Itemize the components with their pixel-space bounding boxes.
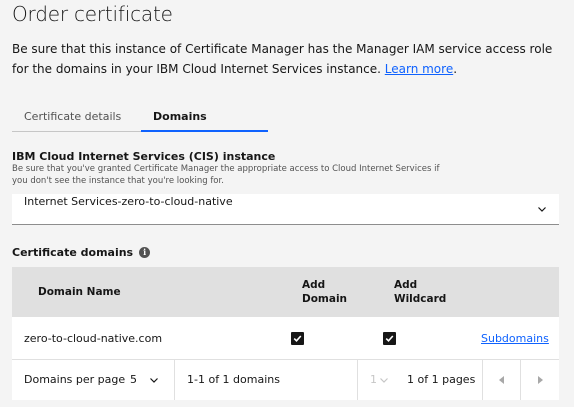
chevron-down-icon	[150, 378, 158, 383]
column-add-wildcard-line2: Wildcard	[394, 293, 447, 305]
items-range-text: 1-1 of 1 domains	[187, 373, 280, 386]
certificate-domains-heading: Certificate domains i	[12, 246, 151, 259]
pagination-divider	[357, 360, 358, 400]
add-wildcard-checkbox[interactable]	[383, 332, 396, 345]
table-row: zero-to-cloud-native.com Subdomains	[12, 317, 559, 360]
pages-text: 1 of 1 pages	[407, 373, 476, 386]
column-add-wildcard: Add Wildcard	[394, 278, 446, 306]
items-per-page-value: 5	[130, 373, 137, 386]
items-per-page-select[interactable]: 5	[130, 373, 162, 386]
add-domain-checkbox[interactable]	[291, 332, 304, 345]
tab-certificate-details[interactable]: Certificate details	[12, 108, 141, 132]
page-title: Order certificate	[12, 2, 173, 26]
column-add-domain-line2: Domain	[302, 293, 348, 305]
subdomains-link[interactable]: Subdomains	[481, 332, 549, 345]
caret-left-icon	[499, 376, 504, 384]
tab-domains[interactable]: Domains	[141, 108, 268, 132]
tab-list: Certificate details Domains	[12, 108, 268, 132]
column-add-domain-line1: Add	[302, 279, 326, 291]
intro-body: Be sure that this instance of Certificat…	[12, 42, 553, 76]
column-add-domain: Add Domain	[302, 278, 347, 306]
pagination-divider	[174, 360, 175, 400]
items-per-page-label: Domains per page	[24, 373, 126, 386]
column-domain-name: Domain Name	[38, 286, 121, 298]
domain-name-cell: zero-to-cloud-native.com	[24, 332, 163, 345]
certificate-domains-label: Certificate domains	[12, 246, 134, 259]
cis-instance-helper-text: Be sure that you've granted Certificate …	[12, 164, 440, 186]
cis-instance-selected-value: Internet Services-zero-to-cloud-native	[24, 195, 233, 208]
caret-right-icon	[538, 376, 543, 384]
domains-table-header: Domain Name Add Domain Add Wildcard	[12, 267, 559, 317]
chevron-down-icon	[538, 207, 546, 212]
chevron-down-icon	[380, 378, 388, 383]
intro-text: Be sure that this instance of Certificat…	[12, 40, 562, 79]
checkmark-icon	[293, 335, 302, 342]
page-select-value: 1	[370, 373, 377, 386]
intro-end: .	[453, 61, 458, 76]
prev-page-button[interactable]	[483, 360, 520, 400]
column-add-wildcard-line1: Add	[394, 279, 418, 291]
cis-instance-label: IBM Cloud Internet Services (CIS) instan…	[12, 150, 276, 163]
cis-instance-select[interactable]: Internet Services-zero-to-cloud-native	[12, 194, 559, 225]
page-select[interactable]: 1	[370, 373, 392, 386]
info-icon[interactable]: i	[139, 247, 151, 258]
checkmark-icon	[385, 335, 394, 342]
next-page-button[interactable]	[521, 360, 559, 400]
pagination-bar: Domains per page 5 1-1 of 1 domains 1 1 …	[12, 360, 559, 400]
learn-more-link[interactable]: Learn more	[385, 62, 453, 76]
